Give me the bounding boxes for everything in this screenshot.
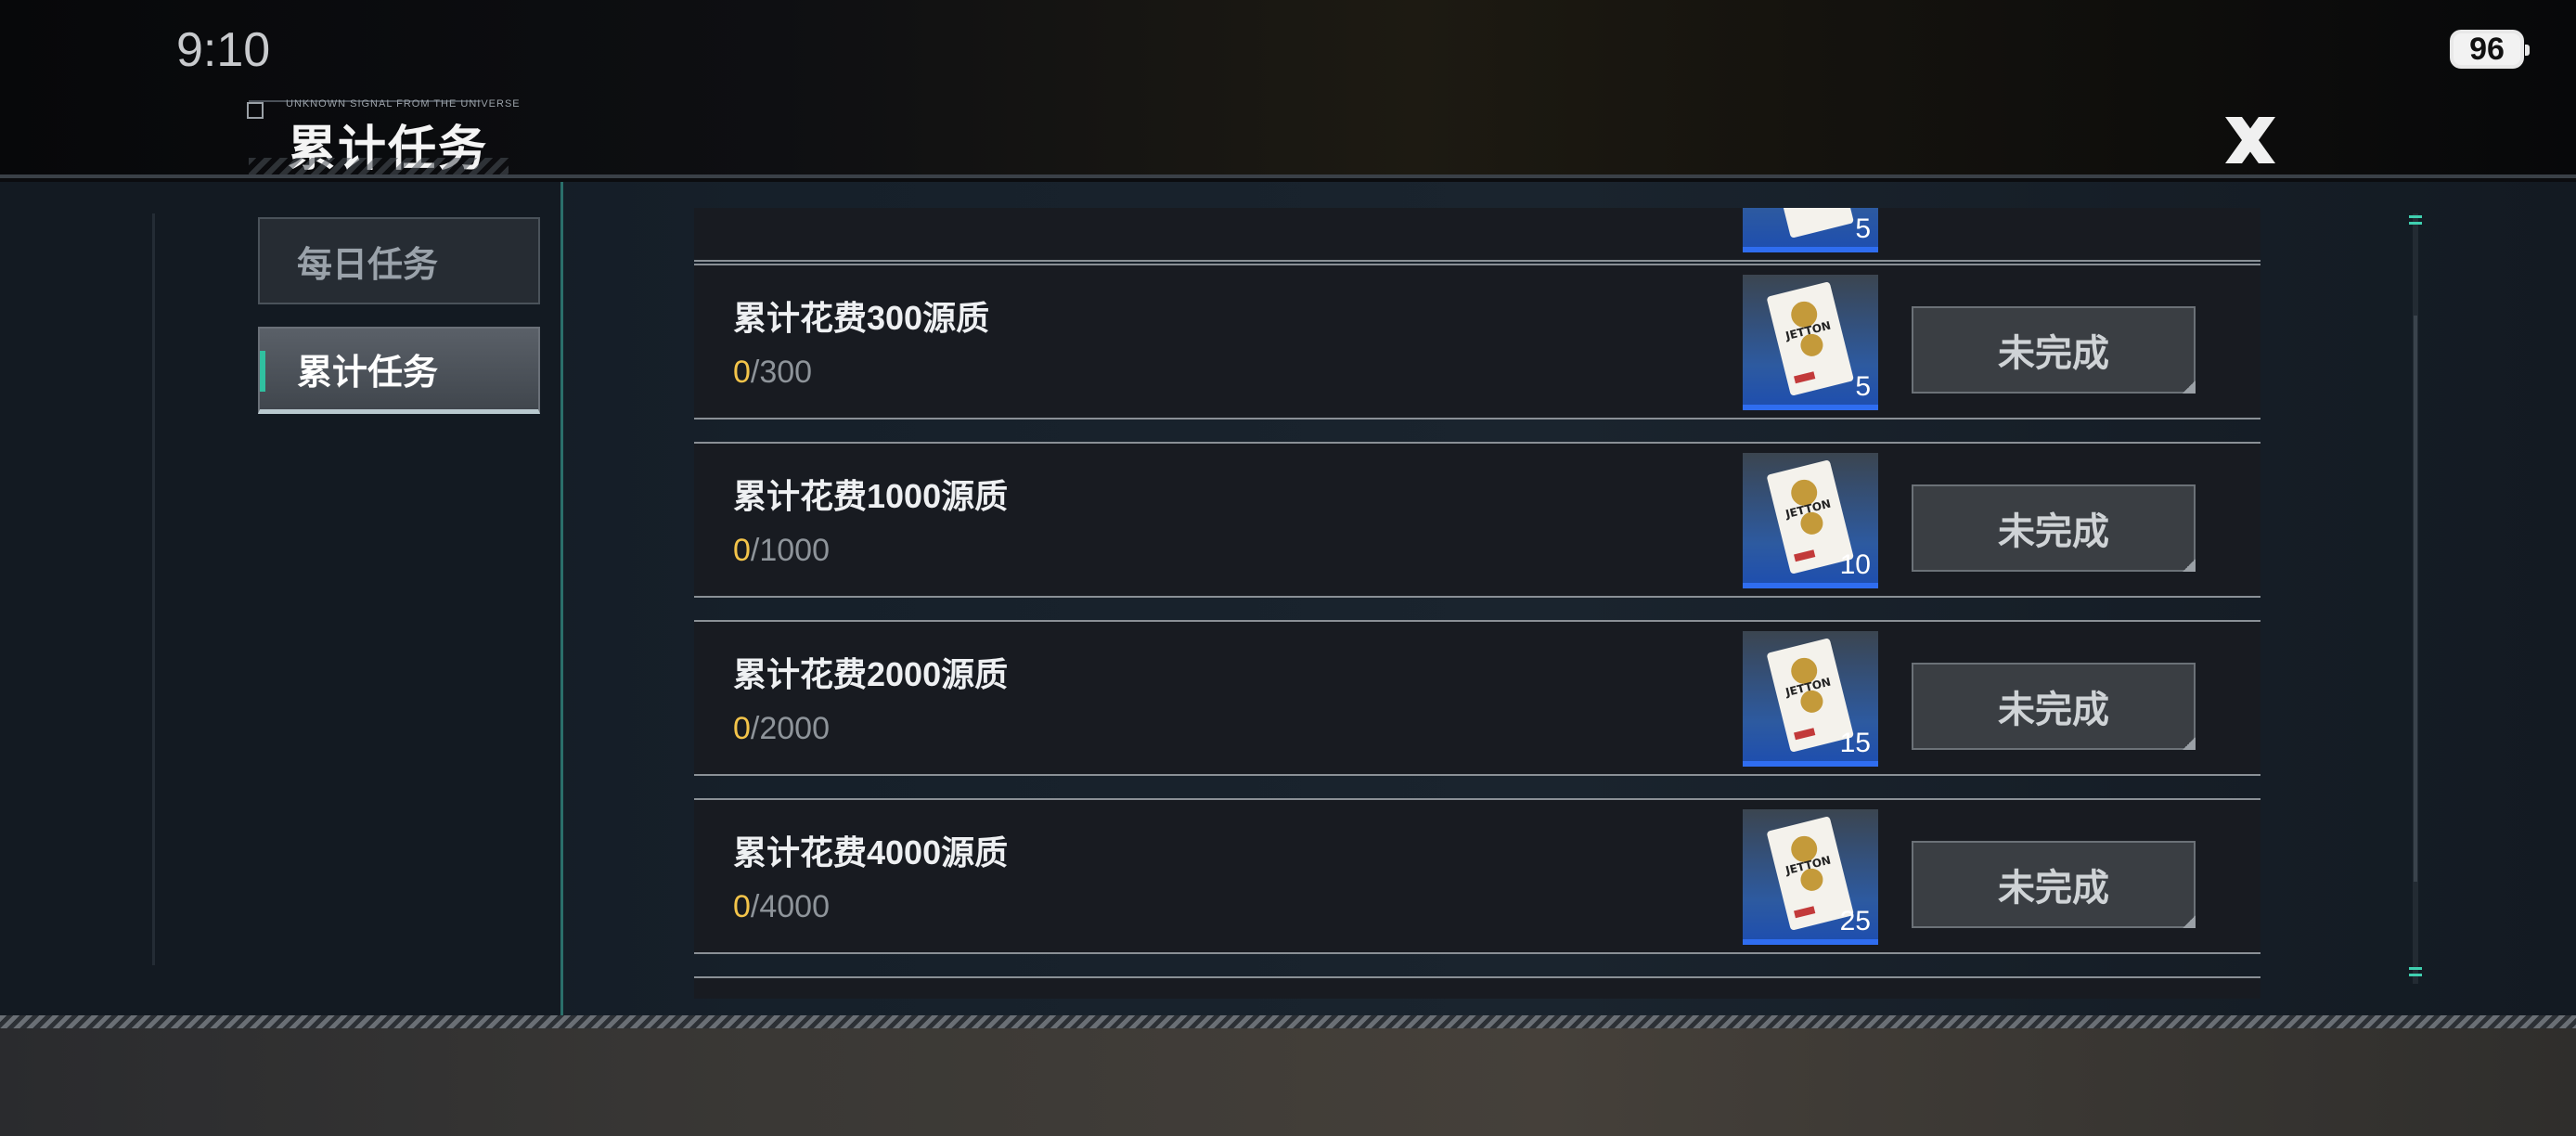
- reward-item[interactable]: JETTON 15: [1743, 631, 1878, 767]
- task-list[interactable]: 5 累计花费300源质 0/300 JETTON 5 未完成 累计花费1000源…: [694, 208, 2260, 999]
- task-row: 累计花费300源质 0/300 JETTON 5 未完成: [694, 264, 2260, 420]
- task-title: 累计花费2000源质: [733, 655, 1009, 693]
- task-row: 累计花费4000源质 0/4000 JETTON 25 未完成: [694, 798, 2260, 954]
- progress-total: /300: [750, 355, 813, 390]
- status-button-incomplete[interactable]: 未完成: [1912, 306, 2196, 394]
- battery-indicator: 96: [2450, 30, 2530, 69]
- status-button-incomplete[interactable]: 未完成: [1912, 841, 2196, 928]
- reward-count: 5: [1855, 213, 1871, 244]
- progress-total: /1000: [750, 533, 831, 568]
- scroll-bottom-marker-icon: [2409, 967, 2422, 976]
- reward-count: 25: [1839, 906, 1871, 936]
- reward-item[interactable]: JETTON 10: [1743, 453, 1878, 588]
- title-caption: UNKNOWN SIGNAL FROM THE UNIVERSE: [286, 98, 521, 110]
- tab-label: 每日任务: [297, 245, 439, 285]
- task-progress: 0/1000: [733, 533, 830, 569]
- title-stripes: [249, 158, 509, 174]
- task-row: [694, 976, 2260, 999]
- reward-item: 5: [1743, 208, 1878, 252]
- progress-current: 0: [733, 889, 751, 924]
- task-row: 累计花费1000源质 0/1000 JETTON 10 未完成: [694, 442, 2260, 598]
- sidebar-rail: [152, 213, 155, 965]
- task-title: 累计花费300源质: [733, 299, 990, 337]
- tab-label: 累计任务: [297, 354, 439, 393]
- progress-total: /2000: [750, 711, 831, 746]
- reward-count: 15: [1839, 728, 1871, 758]
- sidebar-divider: [560, 182, 563, 1015]
- status-button-incomplete[interactable]: 未完成: [1912, 663, 2196, 750]
- tab-cumulative-tasks[interactable]: 累计任务: [258, 327, 540, 414]
- progress-current: 0: [733, 711, 751, 746]
- task-title: 累计花费1000源质: [733, 477, 1009, 515]
- task-row: 累计花费2000源质 0/2000 JETTON 15 未完成: [694, 620, 2260, 776]
- reward-count: 10: [1839, 549, 1871, 580]
- scroll-top-marker-icon: [2409, 215, 2422, 225]
- sidebar: [0, 182, 562, 1015]
- progress-total: /4000: [750, 889, 831, 924]
- status-button-incomplete[interactable]: 未完成: [1912, 484, 2196, 572]
- task-progress: 0/4000: [733, 889, 830, 925]
- task-progress: 0/300: [733, 355, 812, 391]
- reward-item[interactable]: JETTON 25: [1743, 809, 1878, 945]
- progress-current: 0: [733, 533, 751, 568]
- scrollbar-thumb[interactable]: [2414, 316, 2417, 882]
- close-icon: [2225, 117, 2275, 163]
- bottom-backdrop: [0, 1028, 2576, 1136]
- bottom-stripe: [0, 1015, 2576, 1028]
- task-progress: 0/2000: [733, 711, 830, 747]
- reward-item[interactable]: JETTON 5: [1743, 275, 1878, 410]
- tab-daily-tasks[interactable]: 每日任务: [258, 217, 540, 304]
- task-title: 累计花费4000源质: [733, 833, 1009, 871]
- close-button[interactable]: [2218, 108, 2283, 173]
- progress-current: 0: [733, 355, 751, 390]
- task-row: 5: [694, 208, 2260, 262]
- status-time: 9:10: [176, 23, 271, 77]
- reward-count: 5: [1855, 371, 1871, 402]
